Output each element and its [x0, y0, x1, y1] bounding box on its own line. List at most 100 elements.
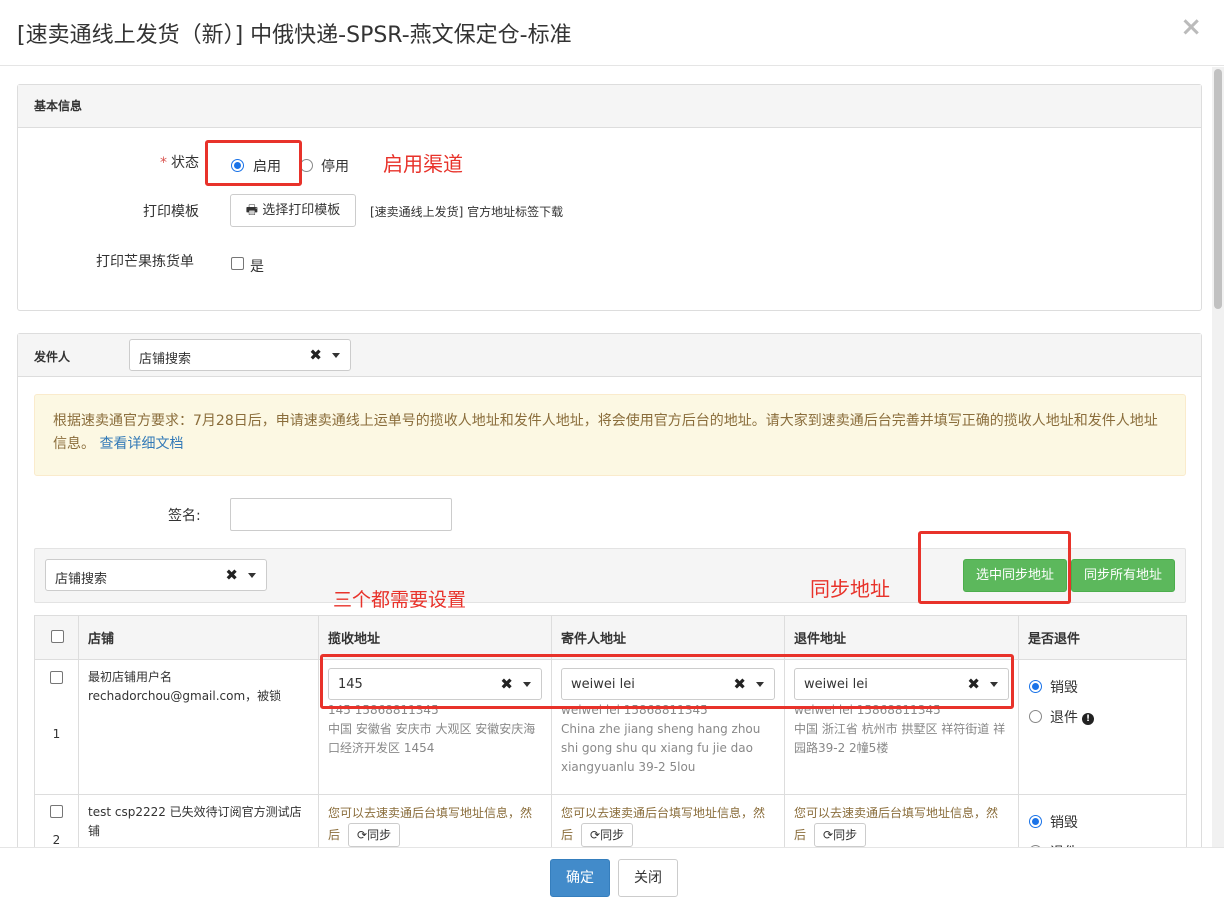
confirm-button[interactable]: 确定 [550, 859, 610, 897]
header-is-return: 是否退件 [1018, 615, 1187, 660]
row-checkbox[interactable] [50, 671, 63, 684]
chevron-down-icon[interactable] [332, 353, 340, 358]
table-header-row: 店铺 揽收地址 寄件人地址 退件地址 是否退件 [34, 615, 1187, 660]
chevron-down-icon[interactable] [756, 682, 764, 687]
return-option[interactable]: 退件! [1028, 703, 1177, 733]
return-select-value: weiwei lei [804, 677, 868, 692]
destroy-option[interactable]: 销毁 [1028, 673, 1177, 703]
annotation-all-three: 三个都需要设置 [333, 589, 467, 611]
return-warn: 您可以去速卖通后台填写地址信息，然后 ⟳同步 [794, 803, 1009, 847]
printer-icon: 🖶 [245, 203, 263, 218]
select-print-template-button[interactable]: 🖶 选择打印模板 [230, 194, 356, 227]
modal-dialog: [速卖通线上发货（新）] 中俄快递-SPSR-燕文保定仓-标准 × 基本信息 *… [0, 0, 1224, 906]
print-mango-checkbox[interactable] [231, 257, 244, 270]
return-option[interactable]: 退件! [1028, 838, 1177, 847]
address-notice-alert: 根据速卖通官方要求：7月28日后，申请速卖通线上运单号的揽收人地址和发件人地址，… [34, 394, 1186, 476]
destroy-label[interactable]: 销毁 [1050, 812, 1078, 832]
sync-label: 同步 [367, 828, 392, 842]
scrollbar-thumb[interactable] [1214, 69, 1222, 309]
print-template-label: 打印模板 [143, 204, 199, 220]
return-radio[interactable] [1029, 710, 1042, 723]
header-select-all[interactable] [34, 615, 79, 660]
chevron-down-icon[interactable] [248, 573, 256, 578]
pickup-address-select[interactable]: 145 ✖ [328, 668, 542, 700]
sender-panel: 发件人 店铺搜索 ✖ 根据速卖通官方要求：7月28日后，申请速卖通线上运单号的揽… [17, 333, 1202, 847]
sync-label: 同步 [833, 828, 858, 842]
store-name: test csp2222 已失效待订阅官方测试店铺 [88, 805, 302, 838]
header-sender-address: 寄件人地址 [551, 615, 785, 660]
sender-select-value: weiwei lei [571, 677, 635, 692]
toolbar-store-search-select[interactable]: 店铺搜索 ✖ [45, 559, 267, 591]
return-address-cell: 您可以去速卖通后台填写地址信息，然后 ⟳同步 [784, 794, 1019, 847]
address-toolbar: 店铺搜索 ✖ 选中同步地址 同步所有地址 [34, 548, 1186, 603]
clear-icon[interactable]: ✖ [967, 675, 980, 693]
modal-header: [速卖通线上发货（新）] 中俄快递-SPSR-燕文保定仓-标准 × [0, 0, 1224, 66]
sync-all-button[interactable]: 同步所有地址 [1071, 559, 1175, 592]
row-select-cell: 1 [34, 659, 79, 795]
sync-selected-button[interactable]: 选中同步地址 [963, 559, 1067, 592]
header-return-address: 退件地址 [784, 615, 1019, 660]
destroy-radio[interactable] [1029, 815, 1042, 828]
is-return-cell: 销毁 退件! [1018, 659, 1187, 795]
destroy-option[interactable]: 销毁 [1028, 808, 1177, 838]
chevron-down-icon[interactable] [523, 682, 531, 687]
address-table: 店铺 揽收地址 寄件人地址 退件地址 是否退件 1 最初店铺用户名 rechad… [34, 615, 1187, 847]
destroy-radio[interactable] [1029, 680, 1042, 693]
row-checkbox[interactable] [50, 805, 63, 818]
status-disable-radio[interactable] [300, 159, 313, 172]
signature-input[interactable] [230, 498, 452, 531]
pickup-address-text: 145 15868811345 中国 安徽省 安庆市 大观区 安徽安庆海口经济开… [328, 703, 536, 755]
close-icon[interactable]: × [1180, 14, 1202, 40]
modal-title: [速卖通线上发货（新）] 中俄快递-SPSR-燕文保定仓-标准 [17, 23, 572, 48]
toolbar-store-search-value: 店铺搜索 [55, 572, 108, 587]
return-address-cell: weiwei lei ✖ weiwei lei 15868811345 中国 浙… [784, 659, 1019, 795]
print-mango-option[interactable]: 是 [250, 256, 264, 276]
modal-body[interactable]: 基本信息 * 状态 启用 停用 打印模板 🖶 选择打印模板 [速卖通线上发货] 官… [0, 67, 1212, 847]
store-cell: 最初店铺用户名 rechadorchou@gmail.com，被锁 [78, 659, 319, 795]
alert-doc-link[interactable]: 查看详细文档 [99, 436, 183, 452]
row-select-cell: 2 [34, 794, 79, 847]
table-row: 2 test csp2222 已失效待订阅官方测试店铺 您可以去速卖通后台填写地… [34, 794, 1187, 847]
sender-address-cell: weiwei lei ✖ weiwei lei 15868811345 Chin… [551, 659, 785, 795]
status-enable-label[interactable]: 启用 [253, 156, 281, 176]
alert-text: 根据速卖通官方要求：7月28日后，申请速卖通线上运单号的揽收人地址和发件人地址，… [53, 413, 1158, 452]
clear-icon[interactable]: ✖ [733, 675, 746, 693]
return-address-text: weiwei lei 15868811345 中国 浙江省 杭州市 拱墅区 祥符… [794, 703, 1006, 755]
return-sync-button[interactable]: ⟳同步 [814, 823, 867, 847]
return-label[interactable]: 退件 [1050, 710, 1078, 726]
modal-scrollbar[interactable] [1212, 67, 1224, 847]
status-label-text: 状态 [171, 155, 199, 171]
pickup-select-value: 145 [338, 677, 363, 692]
refresh-icon: ⟳ [590, 828, 601, 842]
clear-icon[interactable]: ✖ [500, 675, 513, 693]
refresh-icon: ⟳ [823, 828, 834, 842]
return-label-wrap[interactable]: 退件! [1050, 707, 1094, 727]
basic-info-panel: 基本信息 * 状态 启用 停用 打印模板 🖶 选择打印模板 [速卖通线上发货] 官… [17, 84, 1202, 311]
required-mark: * [160, 155, 167, 171]
store-cell: test csp2222 已失效待订阅官方测试店铺 [78, 794, 319, 847]
print-mango-label: 打印芒果拣货单 [96, 254, 194, 270]
store-name: 最初店铺用户名 [88, 670, 173, 684]
pickup-warn: 您可以去速卖通后台填写地址信息，然后 ⟳同步 [328, 803, 542, 847]
table-row: 1 最初店铺用户名 rechadorchou@gmail.com，被锁 145 … [34, 659, 1187, 795]
sender-sync-button[interactable]: ⟳同步 [581, 823, 634, 847]
return-address-select[interactable]: weiwei lei ✖ [794, 668, 1009, 700]
sender-store-search-select[interactable]: 店铺搜索 ✖ [129, 339, 351, 371]
close-button[interactable]: 关闭 [618, 859, 678, 897]
clear-icon[interactable]: ✖ [225, 566, 238, 584]
clear-icon[interactable]: ✖ [309, 346, 322, 364]
header-store: 店铺 [78, 615, 319, 660]
info-icon[interactable]: ! [1082, 713, 1094, 725]
sender-address-cell: 您可以去速卖通后台填写地址信息，然后 ⟳同步 [551, 794, 785, 847]
annotation-enable-channel: 启用渠道 [383, 152, 463, 176]
destroy-label[interactable]: 销毁 [1050, 677, 1078, 697]
header-pickup-address: 揽收地址 [318, 615, 552, 660]
pickup-sync-button[interactable]: ⟳同步 [348, 823, 401, 847]
status-disable-label[interactable]: 停用 [321, 156, 349, 176]
chevron-down-icon[interactable] [990, 682, 998, 687]
sender-address-select[interactable]: weiwei lei ✖ [561, 668, 775, 700]
status-enable-radio[interactable] [231, 159, 244, 172]
is-return-cell: 销毁 退件! [1018, 794, 1187, 847]
select-all-checkbox[interactable] [51, 630, 64, 643]
row-index: 1 [52, 727, 61, 741]
